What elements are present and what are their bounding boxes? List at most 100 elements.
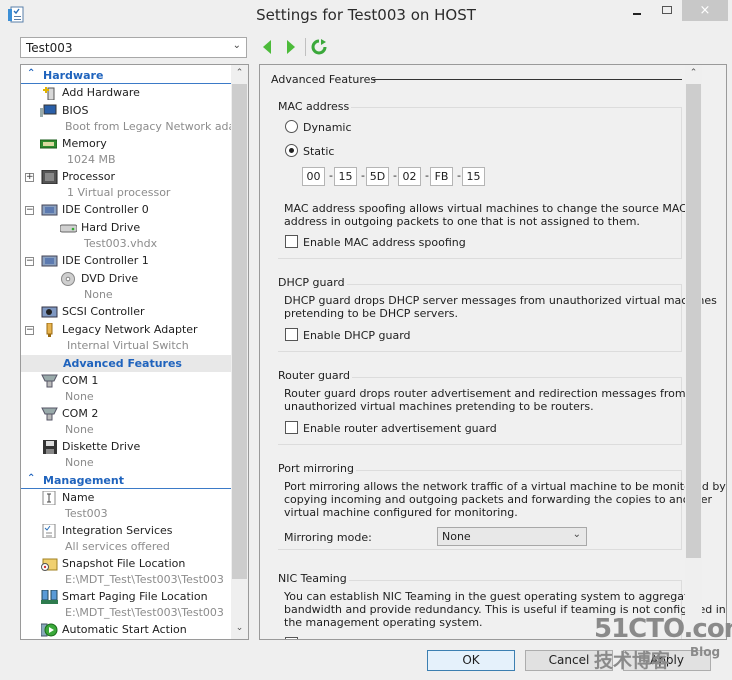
tree-item-dvd-drive[interactable]: DVD Drive — [21, 271, 231, 287]
collapse-node-icon[interactable]: − — [25, 326, 34, 335]
tree-item-detail: None — [65, 423, 94, 436]
vm-selector-value: Test003 — [26, 41, 73, 55]
tree-item-processor[interactable]: + Processor — [21, 169, 231, 185]
tree-item-label: Snapshot File Location — [62, 557, 186, 570]
tree-item-integration-services[interactable]: Integration Services — [21, 523, 231, 539]
router-guard-title: Router guard — [278, 369, 352, 382]
tree-scrollbar[interactable]: ⌃ ⌄ — [231, 65, 248, 639]
nic-teaming-checkbox[interactable] — [285, 637, 298, 639]
tree-item-label: Hard Drive — [81, 221, 141, 234]
tree-item-detail: None — [84, 288, 113, 301]
tree-item-smart-paging-file-location[interactable]: Smart Paging File Location — [21, 589, 231, 605]
panel-scrollbar-thumb[interactable] — [686, 84, 701, 558]
next-button[interactable] — [282, 38, 300, 56]
mac-octet-3-input[interactable]: 5D — [366, 167, 389, 186]
tree-item-label: BIOS — [62, 104, 89, 117]
title-bar: Settings for Test003 on HOST × — [0, 0, 732, 30]
tree-item-com-2[interactable]: COM 2 — [21, 406, 231, 422]
nic-teaming-title: NIC Teaming — [278, 572, 349, 585]
tree-item-ide-controller-0[interactable]: − IDE Controller 0 — [21, 202, 231, 218]
dhcp-guard-checkbox[interactable] — [285, 328, 298, 341]
tree-item-add-hardware[interactable]: Add Hardware — [21, 85, 231, 101]
mac-address-title: MAC address — [278, 100, 352, 113]
port-mirroring-description: Port mirroring allows the network traffi… — [284, 480, 726, 493]
integration-services-icon — [42, 524, 56, 538]
previous-button[interactable] — [258, 38, 276, 56]
section-header-management[interactable]: ⌃ Management — [21, 472, 231, 489]
panel-title: Advanced Features — [271, 73, 377, 86]
static-label[interactable]: Static — [303, 145, 334, 158]
section-header-hardware[interactable]: ⌃ Hardware — [21, 67, 231, 84]
tree-item-hard-drive[interactable]: Hard Drive — [21, 220, 231, 236]
tree-item-snapshot-file-location[interactable]: Snapshot File Location — [21, 556, 231, 572]
expand-icon[interactable]: + — [25, 173, 34, 182]
tree-item-legacy-network-adapter[interactable]: − Legacy Network Adapter — [21, 322, 231, 338]
scroll-up-arrow-icon[interactable]: ⌃ — [685, 68, 702, 78]
tree-item-label: Automatic Start Action — [62, 623, 187, 636]
tree-item-detail: All services offered — [65, 540, 170, 553]
tree-item-name[interactable]: Name — [21, 490, 231, 506]
refresh-icon[interactable] — [311, 39, 327, 55]
mac-separator: - — [329, 169, 333, 182]
mac-spoofing-checkbox[interactable] — [285, 235, 298, 248]
mirroring-mode-dropdown[interactable]: None ⌄ — [437, 527, 587, 546]
ide-controller-icon — [41, 204, 58, 216]
mac-octet-5-input[interactable]: FB — [430, 167, 453, 186]
diskette-icon — [43, 440, 57, 454]
arrow-right-icon — [287, 40, 295, 54]
minimize-button[interactable] — [622, 0, 652, 21]
close-button[interactable]: × — [682, 0, 728, 21]
mac-octet-2-input[interactable]: 15 — [334, 167, 357, 186]
tree-scrollbar-thumb[interactable] — [232, 84, 247, 579]
arrow-left-icon — [263, 40, 271, 54]
router-guard-label[interactable]: Enable router advertisement guard — [303, 422, 497, 435]
tree-item-label: COM 2 — [62, 407, 99, 420]
dhcp-guard-description: DHCP guard drops DHCP server messages fr… — [284, 294, 717, 307]
tree-item-diskette-drive[interactable]: Diskette Drive — [21, 439, 231, 455]
mac-separator: - — [457, 169, 461, 182]
mac-octet-1-input[interactable]: 00 — [302, 167, 325, 186]
collapse-node-icon[interactable]: − — [25, 257, 34, 266]
dynamic-label[interactable]: Dynamic — [303, 121, 352, 134]
tree-item-ide-controller-1[interactable]: − IDE Controller 1 — [21, 253, 231, 269]
dhcp-guard-label[interactable]: Enable DHCP guard — [303, 329, 411, 342]
toolbar-separator — [305, 38, 306, 56]
processor-icon — [41, 170, 58, 184]
scroll-down-arrow-icon[interactable]: ⌄ — [231, 623, 248, 633]
add-hardware-icon — [43, 87, 55, 100]
collapse-node-icon[interactable]: − — [25, 206, 34, 215]
mac-separator: - — [393, 169, 397, 182]
watermark-subtitle: 技术博客 — [594, 650, 671, 672]
maximize-button[interactable] — [652, 0, 682, 21]
mac-octet-4-input[interactable]: 02 — [398, 167, 421, 186]
dynamic-radio[interactable] — [285, 120, 298, 133]
dhcp-guard-title: DHCP guard — [278, 276, 347, 289]
router-guard-description: Router guard drops router advertisement … — [284, 387, 686, 400]
mirroring-mode-value: None — [442, 530, 471, 543]
tree-item-label: IDE Controller 1 — [62, 254, 149, 267]
tree-item-bios[interactable]: BIOS — [21, 103, 231, 119]
tree-item-detail: Test003 — [65, 507, 108, 520]
ide-controller-icon — [41, 255, 58, 267]
tree-item-label: Name — [62, 491, 95, 504]
tree-item-memory[interactable]: Memory — [21, 136, 231, 152]
panel-scrollbar[interactable]: ⌃ — [685, 65, 702, 639]
tree-item-automatic-start-action[interactable]: Automatic Start Action — [21, 622, 231, 638]
tree-item-com-1[interactable]: COM 1 — [21, 373, 231, 389]
tree-item-label: Add Hardware — [62, 86, 140, 99]
collapse-icon: ⌃ — [27, 473, 36, 484]
scroll-up-arrow-icon[interactable]: ⌃ — [231, 68, 248, 78]
mac-octet-6-input[interactable]: 15 — [462, 167, 485, 186]
static-radio[interactable] — [285, 144, 298, 157]
tree-item-advanced-features[interactable]: Advanced Features — [21, 355, 231, 372]
mac-spoofing-label[interactable]: Enable MAC address spoofing — [303, 236, 466, 249]
vm-selector-dropdown[interactable]: Test003 ⌄ — [20, 37, 247, 58]
bios-icon — [40, 104, 57, 117]
tree-item-detail: E:\MDT_Test\Test003\Test003 — [65, 606, 224, 619]
tree-item-scsi-controller[interactable]: SCSI Controller — [21, 304, 231, 320]
ok-button[interactable]: OK — [427, 650, 515, 671]
router-guard-checkbox[interactable] — [285, 421, 298, 434]
tree-item-detail: 1024 MB — [67, 153, 116, 166]
maximize-icon — [662, 5, 672, 14]
